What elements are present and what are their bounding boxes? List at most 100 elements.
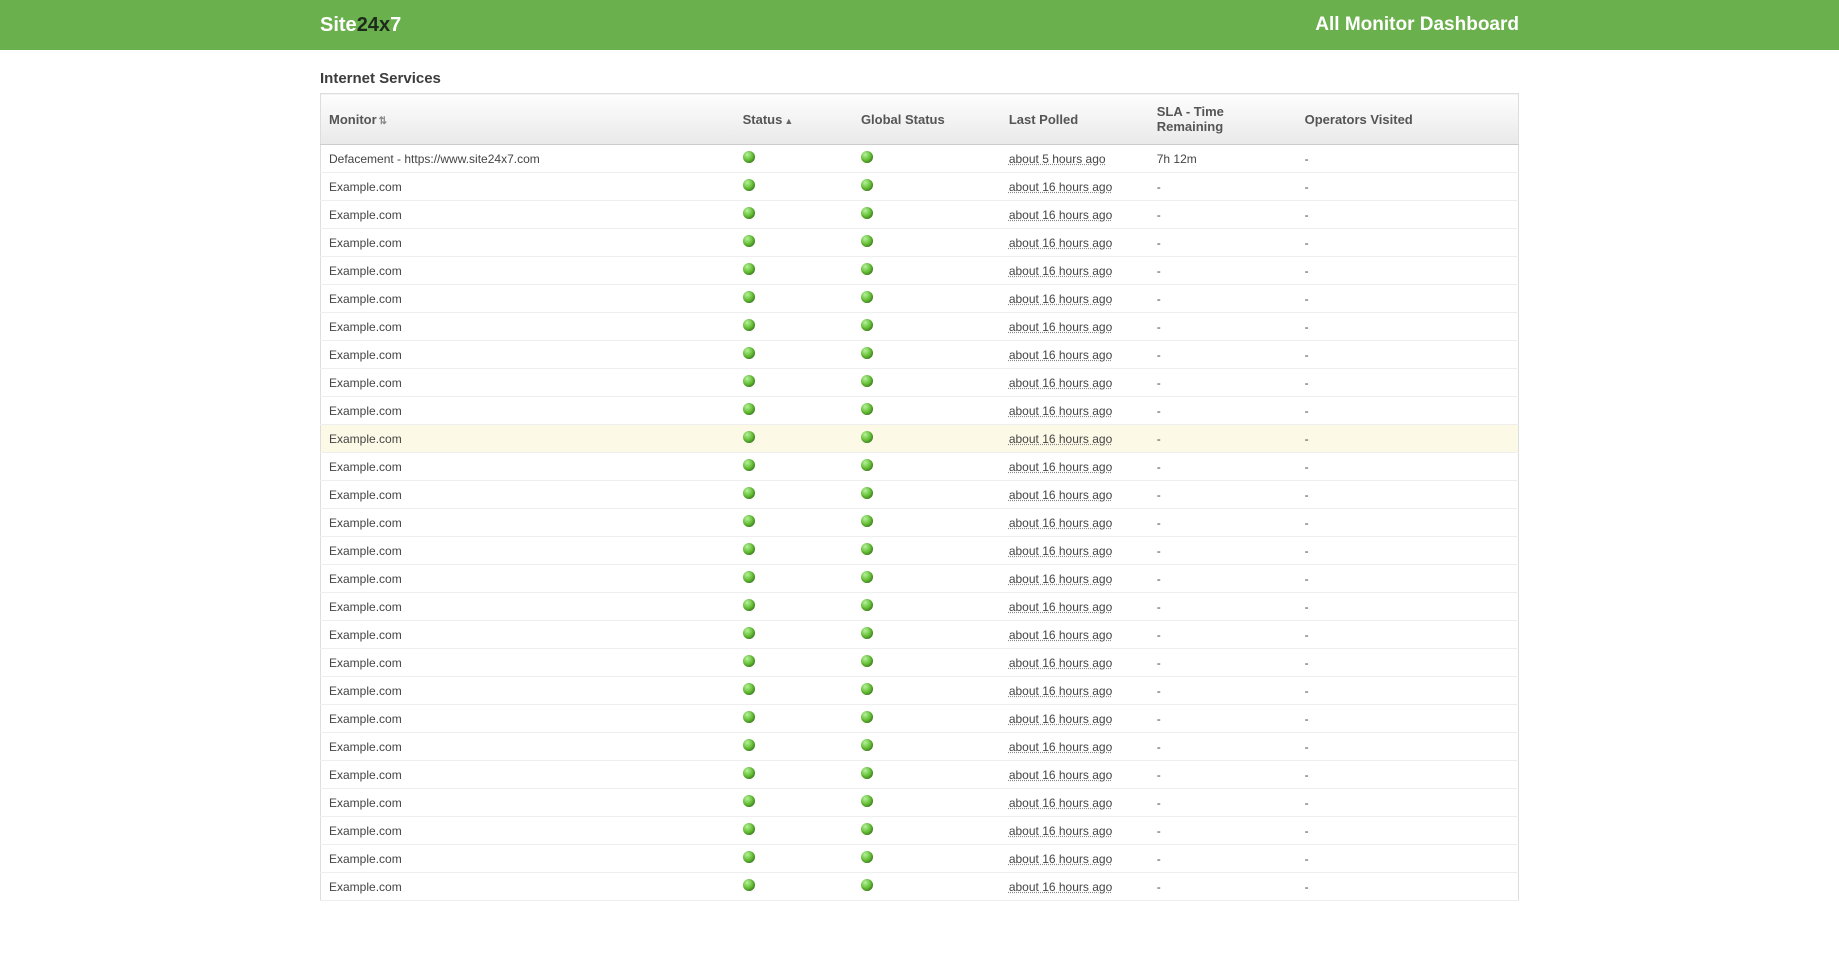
table-row[interactable]: Example.comabout 16 hours ago-- bbox=[321, 481, 1519, 509]
col-header-monitor[interactable]: Monitor bbox=[321, 94, 735, 145]
status-up-icon bbox=[861, 599, 873, 611]
table-row[interactable]: Example.comabout 16 hours ago-- bbox=[321, 705, 1519, 733]
table-row[interactable]: Example.comabout 16 hours ago-- bbox=[321, 789, 1519, 817]
table-row[interactable]: Example.comabout 16 hours ago-- bbox=[321, 873, 1519, 901]
last-polled-value: about 16 hours ago bbox=[1009, 460, 1112, 474]
table-row[interactable]: Example.comabout 16 hours ago-- bbox=[321, 313, 1519, 341]
status-up-icon bbox=[743, 263, 755, 275]
cell-operators: - bbox=[1297, 649, 1519, 677]
last-polled-value: about 16 hours ago bbox=[1009, 236, 1112, 250]
cell-operators: - bbox=[1297, 229, 1519, 257]
cell-sla: - bbox=[1149, 677, 1297, 705]
col-header-status[interactable]: Status bbox=[735, 94, 853, 145]
cell-monitor: Example.com bbox=[321, 481, 735, 509]
cell-status bbox=[735, 229, 853, 257]
cell-operators: - bbox=[1297, 481, 1519, 509]
status-up-icon bbox=[743, 683, 755, 695]
cell-global-status bbox=[853, 369, 1001, 397]
status-up-icon bbox=[861, 851, 873, 863]
cell-sla: - bbox=[1149, 425, 1297, 453]
sort-asc-icon bbox=[782, 112, 793, 127]
status-up-icon bbox=[743, 375, 755, 387]
table-row[interactable]: Example.comabout 16 hours ago-- bbox=[321, 509, 1519, 537]
cell-operators: - bbox=[1297, 509, 1519, 537]
cell-sla: - bbox=[1149, 509, 1297, 537]
table-row[interactable]: Defacement - https://www.site24x7.comabo… bbox=[321, 145, 1519, 173]
status-up-icon bbox=[743, 851, 755, 863]
cell-sla: - bbox=[1149, 621, 1297, 649]
table-row[interactable]: Example.comabout 16 hours ago-- bbox=[321, 173, 1519, 201]
cell-operators: - bbox=[1297, 593, 1519, 621]
cell-sla: - bbox=[1149, 537, 1297, 565]
cell-global-status bbox=[853, 733, 1001, 761]
table-row[interactable]: Example.comabout 16 hours ago-- bbox=[321, 537, 1519, 565]
table-row[interactable]: Example.comabout 16 hours ago-- bbox=[321, 425, 1519, 453]
cell-operators: - bbox=[1297, 761, 1519, 789]
cell-last-polled: about 16 hours ago bbox=[1001, 677, 1149, 705]
status-up-icon bbox=[861, 767, 873, 779]
table-row[interactable]: Example.comabout 16 hours ago-- bbox=[321, 369, 1519, 397]
col-header-ops-label: Operators Visited bbox=[1305, 112, 1413, 127]
table-row[interactable]: Example.comabout 16 hours ago-- bbox=[321, 817, 1519, 845]
cell-last-polled: about 16 hours ago bbox=[1001, 201, 1149, 229]
status-up-icon bbox=[743, 795, 755, 807]
cell-sla: - bbox=[1149, 341, 1297, 369]
cell-operators: - bbox=[1297, 621, 1519, 649]
status-up-icon bbox=[861, 151, 873, 163]
cell-operators: - bbox=[1297, 369, 1519, 397]
cell-last-polled: about 16 hours ago bbox=[1001, 649, 1149, 677]
table-row[interactable]: Example.comabout 16 hours ago-- bbox=[321, 257, 1519, 285]
cell-sla: - bbox=[1149, 285, 1297, 313]
cell-monitor: Example.com bbox=[321, 817, 735, 845]
table-row[interactable]: Example.comabout 16 hours ago-- bbox=[321, 677, 1519, 705]
table-row[interactable]: Example.comabout 16 hours ago-- bbox=[321, 285, 1519, 313]
cell-global-status bbox=[853, 621, 1001, 649]
cell-global-status bbox=[853, 845, 1001, 873]
col-header-global-status[interactable]: Global Status bbox=[853, 94, 1001, 145]
cell-last-polled: about 16 hours ago bbox=[1001, 761, 1149, 789]
table-row[interactable]: Example.comabout 16 hours ago-- bbox=[321, 565, 1519, 593]
table-row[interactable]: Example.comabout 16 hours ago-- bbox=[321, 621, 1519, 649]
status-up-icon bbox=[861, 795, 873, 807]
last-polled-value: about 16 hours ago bbox=[1009, 656, 1112, 670]
col-header-sla[interactable]: SLA - Time Remaining bbox=[1149, 94, 1297, 145]
cell-global-status bbox=[853, 145, 1001, 173]
cell-sla: - bbox=[1149, 845, 1297, 873]
sort-both-icon bbox=[377, 112, 387, 127]
last-polled-value: about 16 hours ago bbox=[1009, 376, 1112, 390]
cell-global-status bbox=[853, 285, 1001, 313]
last-polled-value: about 5 hours ago bbox=[1009, 152, 1106, 166]
status-up-icon bbox=[861, 431, 873, 443]
table-row[interactable]: Example.comabout 16 hours ago-- bbox=[321, 341, 1519, 369]
cell-last-polled: about 16 hours ago bbox=[1001, 873, 1149, 901]
table-row[interactable]: Example.comabout 16 hours ago-- bbox=[321, 201, 1519, 229]
cell-last-polled: about 16 hours ago bbox=[1001, 257, 1149, 285]
last-polled-value: about 16 hours ago bbox=[1009, 796, 1112, 810]
status-up-icon bbox=[743, 627, 755, 639]
cell-operators: - bbox=[1297, 677, 1519, 705]
cell-sla: - bbox=[1149, 257, 1297, 285]
status-up-icon bbox=[743, 459, 755, 471]
cell-monitor: Example.com bbox=[321, 173, 735, 201]
cell-last-polled: about 16 hours ago bbox=[1001, 397, 1149, 425]
cell-status bbox=[735, 621, 853, 649]
cell-monitor: Example.com bbox=[321, 509, 735, 537]
table-row[interactable]: Example.comabout 16 hours ago-- bbox=[321, 593, 1519, 621]
status-up-icon bbox=[743, 739, 755, 751]
cell-monitor: Example.com bbox=[321, 761, 735, 789]
table-row[interactable]: Example.comabout 16 hours ago-- bbox=[321, 845, 1519, 873]
cell-global-status bbox=[853, 397, 1001, 425]
status-up-icon bbox=[743, 767, 755, 779]
col-header-last-polled[interactable]: Last Polled bbox=[1001, 94, 1149, 145]
table-row[interactable]: Example.comabout 16 hours ago-- bbox=[321, 649, 1519, 677]
status-up-icon bbox=[861, 543, 873, 555]
cell-sla: - bbox=[1149, 397, 1297, 425]
table-row[interactable]: Example.comabout 16 hours ago-- bbox=[321, 733, 1519, 761]
col-header-operators[interactable]: Operators Visited bbox=[1297, 94, 1519, 145]
status-up-icon bbox=[743, 403, 755, 415]
table-row[interactable]: Example.comabout 16 hours ago-- bbox=[321, 397, 1519, 425]
table-row[interactable]: Example.comabout 16 hours ago-- bbox=[321, 453, 1519, 481]
cell-monitor: Example.com bbox=[321, 677, 735, 705]
table-row[interactable]: Example.comabout 16 hours ago-- bbox=[321, 229, 1519, 257]
table-row[interactable]: Example.comabout 16 hours ago-- bbox=[321, 761, 1519, 789]
